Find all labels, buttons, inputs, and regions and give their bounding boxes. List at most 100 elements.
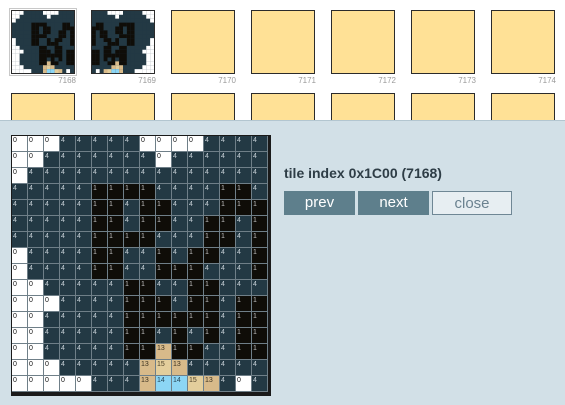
pixel-cell[interactable]: 4	[172, 152, 188, 168]
pixel-cell[interactable]: 1	[236, 344, 252, 360]
pixel-cell[interactable]: 1	[220, 232, 236, 248]
pixel-cell[interactable]: 1	[124, 344, 140, 360]
pixel-cell[interactable]: 4	[236, 232, 252, 248]
pixel-cell[interactable]: 1	[172, 264, 188, 280]
pixel-cell[interactable]: 4	[12, 216, 28, 232]
pixel-cell[interactable]: 0	[28, 312, 44, 328]
pixel-cell[interactable]: 0	[28, 376, 44, 392]
pixel-cell[interactable]: 1	[140, 200, 156, 216]
pixel-cell[interactable]: 4	[12, 200, 28, 216]
pixel-cell[interactable]: 4	[60, 216, 76, 232]
pixel-cell[interactable]: 4	[60, 296, 76, 312]
pixel-cell[interactable]: 0	[156, 152, 172, 168]
pixel-cell[interactable]: 1	[188, 248, 204, 264]
pixel-cell[interactable]: 4	[108, 280, 124, 296]
pixel-cell[interactable]: 4	[76, 152, 92, 168]
pixel-cell[interactable]: 0	[156, 136, 172, 152]
pixel-cell[interactable]: 4	[124, 376, 140, 392]
pixel-cell[interactable]: 1	[204, 328, 220, 344]
pixel-cell[interactable]: 4	[124, 168, 140, 184]
pixel-cell[interactable]: 0	[12, 296, 28, 312]
pixel-cell[interactable]: 4	[44, 248, 60, 264]
pixel-cell[interactable]: 4	[76, 344, 92, 360]
pixel-cell[interactable]: 4	[220, 328, 236, 344]
pixel-cell[interactable]: 0	[12, 248, 28, 264]
pixel-cell[interactable]: 0	[12, 344, 28, 360]
pixel-cell[interactable]: 1	[140, 312, 156, 328]
pixel-cell[interactable]: 0	[28, 280, 44, 296]
pixel-cell[interactable]: 4	[124, 216, 140, 232]
pixel-cell[interactable]: 4	[60, 264, 76, 280]
pixel-cell[interactable]: 0	[12, 376, 28, 392]
pixel-cell[interactable]: 1	[108, 200, 124, 216]
pixel-cell[interactable]: 0	[12, 360, 28, 376]
pixel-cell[interactable]: 1	[204, 248, 220, 264]
pixel-cell[interactable]: 0	[76, 376, 92, 392]
pixel-cell[interactable]: 1	[252, 248, 268, 264]
pixel-cell[interactable]: 4	[252, 184, 268, 200]
pixel-cell[interactable]: 4	[44, 200, 60, 216]
pixel-cell[interactable]: 4	[236, 264, 252, 280]
pixel-cell[interactable]: 1	[140, 280, 156, 296]
pixel-cell[interactable]: 4	[76, 168, 92, 184]
pixel-cell[interactable]: 4	[28, 216, 44, 232]
pixel-cell[interactable]: 4	[252, 360, 268, 376]
pixel-cell[interactable]: 1	[188, 344, 204, 360]
pixel-cell[interactable]: 4	[76, 216, 92, 232]
pixel-cell[interactable]: 1	[140, 328, 156, 344]
pixel-cell[interactable]: 4	[92, 328, 108, 344]
pixel-cell[interactable]: 1	[124, 328, 140, 344]
pixel-cell[interactable]: 4	[220, 296, 236, 312]
pixel-cell[interactable]: 4	[76, 296, 92, 312]
pixel-cell[interactable]: 4	[60, 152, 76, 168]
pixel-cell[interactable]: 1	[188, 296, 204, 312]
pixel-cell[interactable]: 4	[188, 360, 204, 376]
tile-7173[interactable]	[411, 10, 475, 74]
pixel-cell[interactable]: 0	[60, 376, 76, 392]
pixel-cell[interactable]: 4	[204, 168, 220, 184]
pixel-cell[interactable]: 4	[44, 280, 60, 296]
pixel-cell[interactable]: 4	[220, 376, 236, 392]
pixel-cell[interactable]: 4	[220, 360, 236, 376]
pixel-cell[interactable]: 1	[204, 280, 220, 296]
pixel-cell[interactable]: 4	[156, 168, 172, 184]
pixel-cell[interactable]: 4	[172, 184, 188, 200]
pixel-cell[interactable]: 1	[236, 184, 252, 200]
pixel-cell[interactable]: 4	[60, 184, 76, 200]
pixel-cell[interactable]: 4	[156, 184, 172, 200]
pixel-cell[interactable]: 4	[172, 248, 188, 264]
pixel-cell[interactable]: 4	[236, 152, 252, 168]
pixel-cell[interactable]: 4	[92, 376, 108, 392]
pixel-cell[interactable]: 1	[188, 280, 204, 296]
pixel-cell[interactable]: 1	[236, 200, 252, 216]
pixel-cell[interactable]: 1	[140, 296, 156, 312]
pixel-cell[interactable]: 13	[156, 344, 172, 360]
pixel-cell[interactable]: 4	[204, 200, 220, 216]
pixel-cell[interactable]: 4	[60, 248, 76, 264]
tile-7169[interactable]	[91, 10, 155, 74]
pixel-cell[interactable]: 1	[140, 232, 156, 248]
pixel-cell[interactable]: 4	[220, 344, 236, 360]
pixel-cell[interactable]: 4	[76, 312, 92, 328]
pixel-cell[interactable]: 1	[156, 216, 172, 232]
pixel-cell[interactable]: 1	[124, 184, 140, 200]
pixel-cell[interactable]: 4	[108, 152, 124, 168]
pixel-cell[interactable]: 1	[92, 216, 108, 232]
pixel-cell[interactable]: 0	[12, 168, 28, 184]
pixel-cell[interactable]: 1	[92, 248, 108, 264]
pixel-cell[interactable]: 4	[236, 280, 252, 296]
pixel-cell[interactable]: 4	[108, 360, 124, 376]
pixel-cell[interactable]: 4	[188, 232, 204, 248]
pixel-cell[interactable]: 13	[172, 360, 188, 376]
pixel-cell[interactable]: 4	[188, 200, 204, 216]
pixel-cell[interactable]: 1	[252, 216, 268, 232]
pixel-cell[interactable]: 4	[76, 360, 92, 376]
pixel-cell[interactable]: 4	[252, 136, 268, 152]
pixel-cell[interactable]: 1	[172, 312, 188, 328]
pixel-cell[interactable]: 1	[108, 184, 124, 200]
pixel-cell[interactable]: 4	[76, 200, 92, 216]
pixel-cell[interactable]: 4	[124, 136, 140, 152]
pixel-cell[interactable]: 13	[140, 376, 156, 392]
pixel-cell[interactable]: 4	[44, 216, 60, 232]
pixel-cell[interactable]: 4	[108, 344, 124, 360]
